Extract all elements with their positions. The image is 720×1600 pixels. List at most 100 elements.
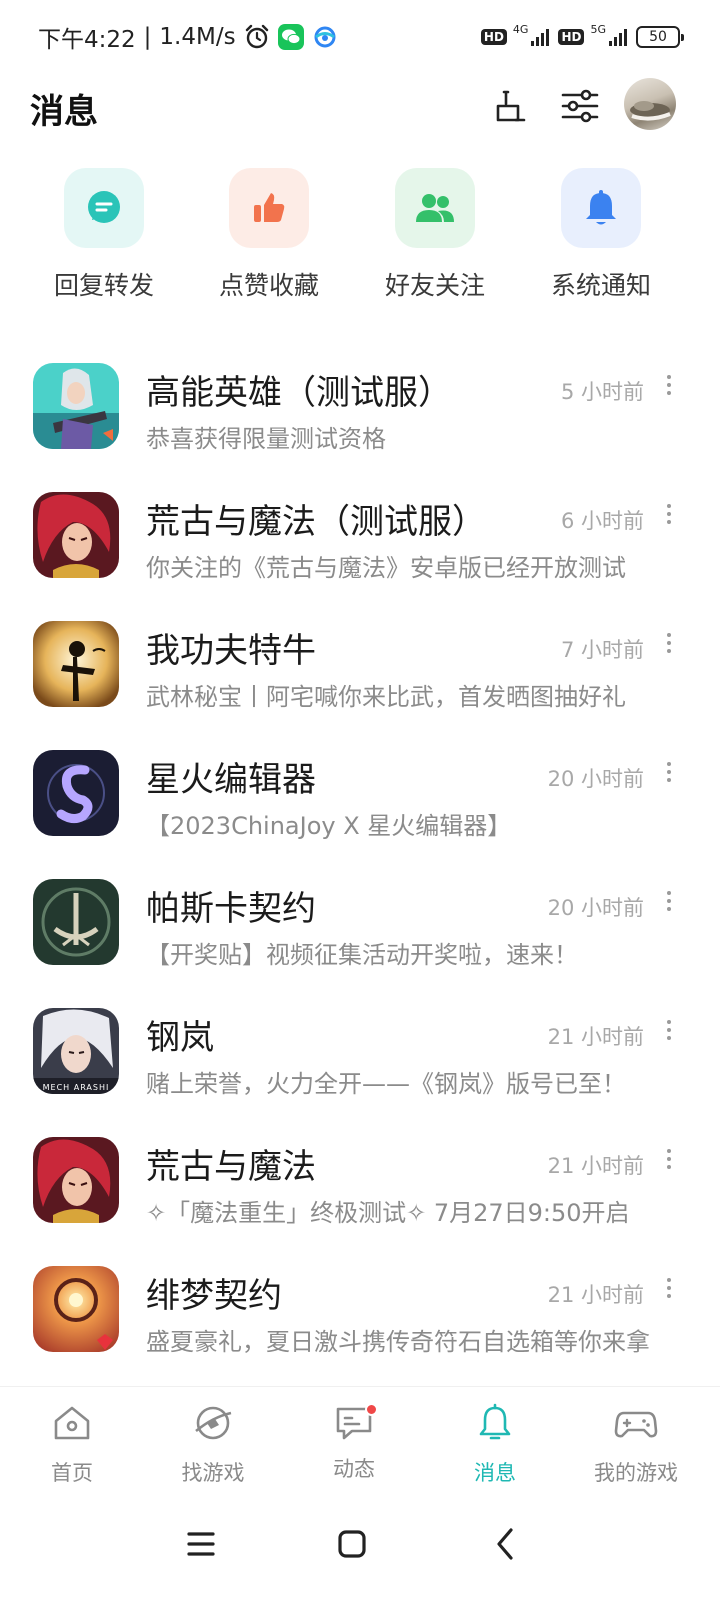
message-time: 21 小时前 bbox=[547, 1283, 644, 1307]
more-options-icon[interactable] bbox=[664, 373, 674, 397]
status-bar: 下午4:22 | 1.4M/s HD 4G HD 5G 50 bbox=[0, 0, 720, 72]
message-time: 6 小时前 bbox=[560, 509, 644, 533]
more-options-icon[interactable] bbox=[664, 1147, 674, 1171]
message-subtitle: ✧「魔法重生」终极测试✧ 7月27日9:50开启 bbox=[146, 1199, 630, 1227]
quick-label: 回复转发 bbox=[53, 271, 154, 300]
message-subtitle: 你关注的《荒古与魔法》安卓版已经开放测试 bbox=[146, 554, 626, 582]
message-subtitle: 恭喜获得限量测试资格 bbox=[146, 425, 386, 453]
message-subtitle: 【2023ChinaJoy X 星火编辑器】 bbox=[146, 812, 512, 840]
nav-feed[interactable]: 动态 bbox=[282, 1401, 426, 1483]
gamepad-icon bbox=[614, 1411, 658, 1438]
hd-badge: HD bbox=[480, 29, 507, 45]
thumbs-up-icon bbox=[229, 168, 309, 248]
nav-my-games[interactable]: 我的游戏 bbox=[564, 1401, 708, 1487]
quick-system-notice[interactable]: 系统通知 bbox=[531, 168, 671, 302]
system-nav-bar bbox=[0, 1496, 720, 1600]
status-separator: | bbox=[143, 24, 152, 50]
nav-discover[interactable]: 找游戏 bbox=[141, 1401, 285, 1487]
message-title: 星火编辑器 bbox=[146, 760, 316, 800]
message-title: 荒古与魔法（测试服） bbox=[146, 502, 486, 542]
message-item[interactable]: 荒古与魔法（测试服） 6 小时前 你关注的《荒古与魔法》安卓版已经开放测试 bbox=[0, 474, 720, 584]
message-time: 20 小时前 bbox=[547, 896, 644, 920]
message-item[interactable]: 绯梦契约 21 小时前 盛夏豪礼，夏日激斗携传奇符石自选箱等你来拿 bbox=[0, 1248, 720, 1358]
wechat-icon bbox=[277, 24, 304, 50]
message-item[interactable]: 荒古与魔法 21 小时前 ✧「魔法重生」终极测试✧ 7月27日9:50开启 bbox=[0, 1119, 720, 1229]
game-icon bbox=[33, 621, 119, 707]
game-icon bbox=[33, 492, 119, 578]
game-icon bbox=[33, 1266, 119, 1352]
quick-label: 系统通知 bbox=[550, 271, 651, 300]
home-button-icon[interactable] bbox=[322, 1514, 382, 1574]
signal-icon bbox=[531, 29, 550, 46]
message-title: 高能英雄（测试服） bbox=[146, 373, 452, 413]
nav-label: 消息 bbox=[474, 1461, 516, 1485]
message-subtitle: 武林秘宝丨阿宅喊你来比武，首发晒图抽好礼 bbox=[146, 683, 626, 711]
message-subtitle: 盛夏豪礼，夏日激斗携传奇符石自选箱等你来拿 bbox=[146, 1328, 650, 1356]
message-time: 5 小时前 bbox=[560, 380, 644, 404]
message-time: 7 小时前 bbox=[560, 638, 644, 662]
message-time: 21 小时前 bbox=[547, 1025, 644, 1049]
feed-icon bbox=[332, 1401, 378, 1445]
quick-label: 好友关注 bbox=[384, 271, 485, 300]
message-title: 绯梦契约 bbox=[146, 1276, 282, 1316]
game-icon bbox=[33, 750, 119, 836]
user-avatar[interactable] bbox=[624, 78, 676, 130]
message-subtitle: 【开奖贴】视频征集活动开奖啦，速来！ bbox=[146, 941, 578, 969]
quick-friends-follow[interactable]: 好友关注 bbox=[365, 168, 505, 302]
quick-likes-favorites[interactable]: 点赞收藏 bbox=[199, 168, 339, 302]
quick-reply-forward[interactable]: 回复转发 bbox=[34, 168, 174, 302]
more-options-icon[interactable] bbox=[664, 631, 674, 655]
message-title: 荒古与魔法 bbox=[146, 1147, 316, 1187]
more-options-icon[interactable] bbox=[664, 502, 674, 526]
broom-icon[interactable] bbox=[490, 84, 534, 128]
sliders-icon[interactable] bbox=[558, 84, 602, 128]
network-speed: 1.4M/s bbox=[159, 24, 236, 50]
nav-home[interactable]: 首页 bbox=[0, 1401, 144, 1487]
quick-label: 点赞收藏 bbox=[218, 271, 319, 300]
game-icon: MECH ARASHI bbox=[33, 1008, 119, 1094]
battery-icon: 50 bbox=[636, 26, 684, 48]
home-icon bbox=[54, 1406, 90, 1440]
friends-icon bbox=[395, 168, 475, 248]
game-icon bbox=[33, 879, 119, 965]
game-icon bbox=[33, 1137, 119, 1223]
nav-label: 首页 bbox=[51, 1461, 93, 1485]
bell-icon bbox=[561, 168, 641, 248]
signal-icon bbox=[609, 29, 627, 46]
network-type: 5G bbox=[590, 22, 606, 36]
game-icon bbox=[33, 363, 119, 449]
discover-icon bbox=[195, 1406, 232, 1440]
bottom-nav: 首页 找游戏 动态 消息 我的游戏 bbox=[0, 1386, 720, 1496]
nav-messages[interactable]: 消息 bbox=[423, 1401, 567, 1487]
alarm-icon bbox=[245, 24, 268, 49]
hd-badge: HD bbox=[558, 29, 585, 45]
more-options-icon[interactable] bbox=[664, 889, 674, 913]
message-item[interactable]: 我功夫特牛 7 小时前 武林秘宝丨阿宅喊你来比武，首发晒图抽好礼 bbox=[0, 603, 720, 713]
message-subtitle: 赌上荣誉，火力全开——《钢岚》版号已至！ bbox=[146, 1070, 626, 1098]
more-options-icon[interactable] bbox=[664, 1018, 674, 1042]
back-icon[interactable] bbox=[475, 1514, 535, 1574]
message-time: 20 小时前 bbox=[547, 767, 644, 791]
message-item[interactable]: 星火编辑器 20 小时前 【2023ChinaJoy X 星火编辑器】 bbox=[0, 732, 720, 842]
chat-bubble-icon bbox=[64, 168, 144, 248]
message-title: 帕斯卡契约 bbox=[146, 889, 316, 929]
battery-level: 50 bbox=[649, 29, 667, 45]
message-title: 钢岚 bbox=[146, 1018, 214, 1058]
message-item[interactable]: 高能英雄（测试服） 5 小时前 恭喜获得限量测试资格 bbox=[0, 345, 720, 455]
message-title: 我功夫特牛 bbox=[146, 631, 316, 671]
quick-actions: 回复转发 点赞收藏 好友关注 系统通知 bbox=[0, 168, 720, 308]
nav-label: 动态 bbox=[333, 1457, 375, 1481]
menu-icon[interactable] bbox=[171, 1514, 231, 1574]
header: 消息 bbox=[0, 72, 720, 142]
more-options-icon[interactable] bbox=[664, 1276, 674, 1300]
browser-icon bbox=[312, 24, 338, 50]
more-options-icon[interactable] bbox=[664, 760, 674, 784]
message-item[interactable]: 帕斯卡契约 20 小时前 【开奖贴】视频征集活动开奖啦，速来！ bbox=[0, 861, 720, 971]
network-type: 4G bbox=[512, 22, 529, 36]
game-icon-text: MECH ARASHI bbox=[42, 1083, 110, 1092]
message-time: 21 小时前 bbox=[547, 1154, 644, 1178]
status-time: 下午4:22 bbox=[38, 27, 136, 53]
page-title: 消息 bbox=[30, 92, 98, 132]
message-item[interactable]: MECH ARASHI 钢岚 21 小时前 赌上荣誉，火力全开——《钢岚》版号已… bbox=[0, 990, 720, 1100]
notification-dot bbox=[365, 1403, 378, 1416]
